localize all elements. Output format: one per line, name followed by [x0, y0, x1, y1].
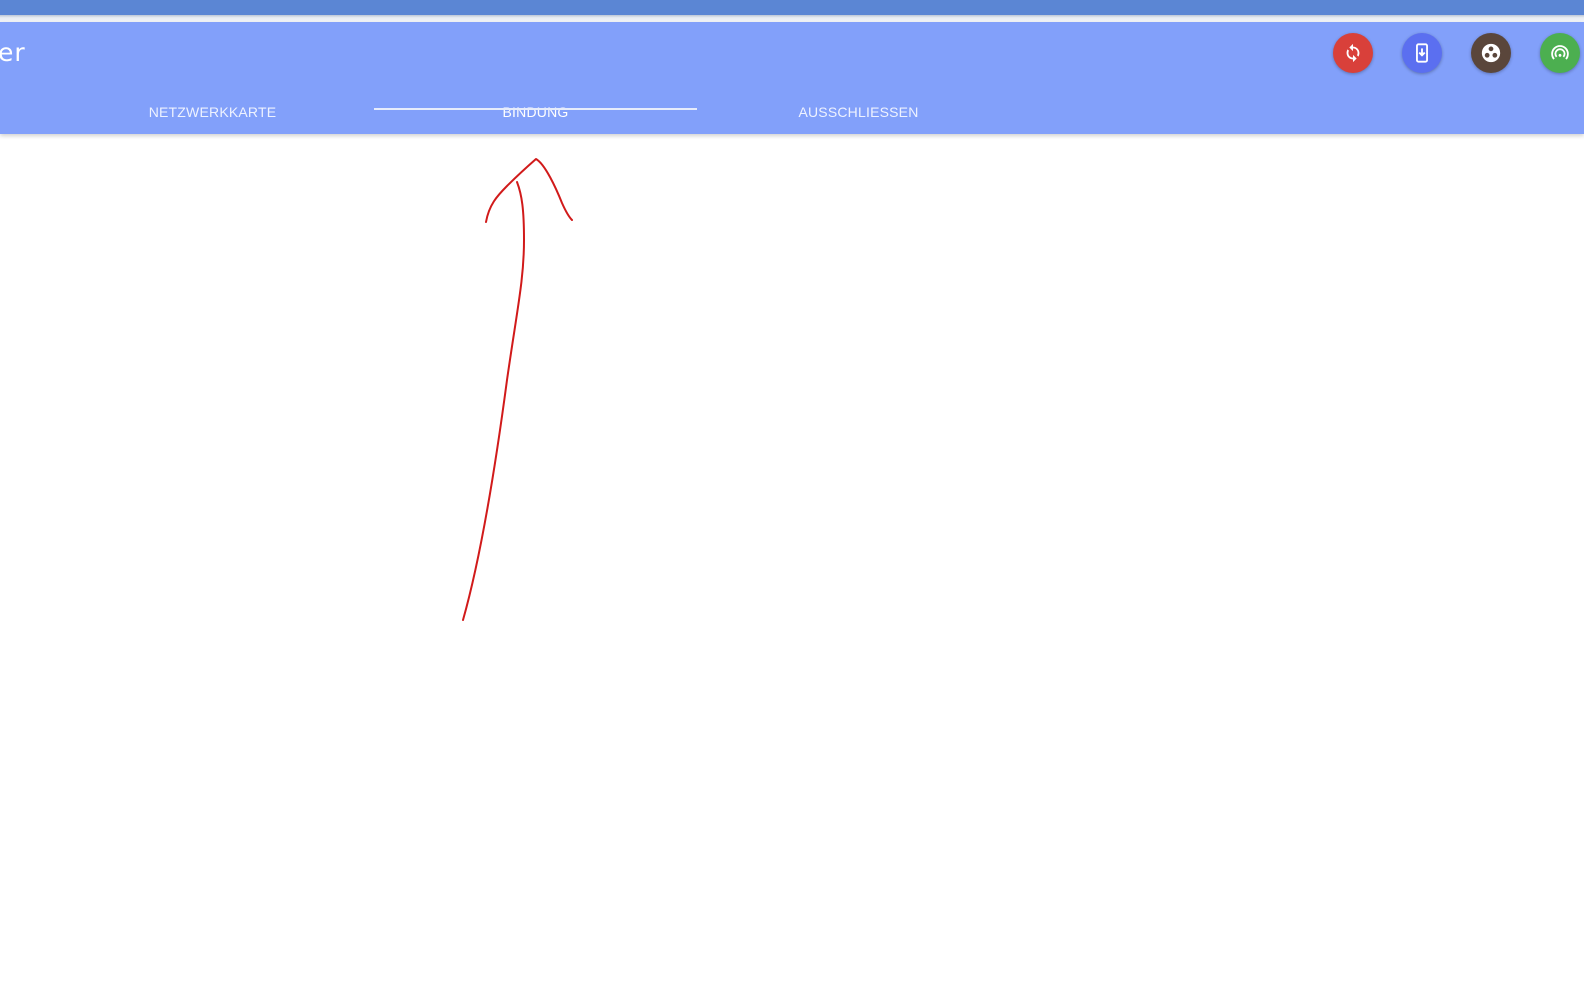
app-title: er [0, 38, 26, 67]
hand-drawn-arrow-icon [462, 158, 573, 621]
wifi-icon [1551, 45, 1569, 60]
window-top-strip [0, 0, 1584, 15]
nodes-button[interactable] [1471, 33, 1511, 73]
sync-icon [1346, 43, 1360, 63]
tab-label: NETZWERKKARTE [148, 104, 277, 120]
app-bar: er NETZWERKKARTE BINDUNG AUSSCHLIESSEN [0, 22, 1584, 134]
sync-button[interactable] [1333, 33, 1373, 73]
tab-bindung[interactable]: BINDUNG [374, 90, 697, 134]
tab-label: BINDUNG [502, 104, 569, 120]
tab-label: AUSSCHLIESSEN [798, 104, 919, 120]
phone-download-icon [1416, 43, 1428, 63]
tab-netzwerkkarte[interactable]: NETZWERKKARTE [51, 90, 374, 134]
tab-bar: NETZWERKKARTE BINDUNG AUSSCHLIESSEN [0, 90, 1100, 134]
wireless-button[interactable] [1540, 33, 1580, 73]
active-tab-indicator [374, 108, 697, 110]
tab-ausschliessen[interactable]: AUSSCHLIESSEN [697, 90, 1020, 134]
device-download-button[interactable] [1402, 33, 1442, 73]
window-top-shadow [0, 15, 1584, 22]
cluster-icon [1481, 43, 1501, 63]
